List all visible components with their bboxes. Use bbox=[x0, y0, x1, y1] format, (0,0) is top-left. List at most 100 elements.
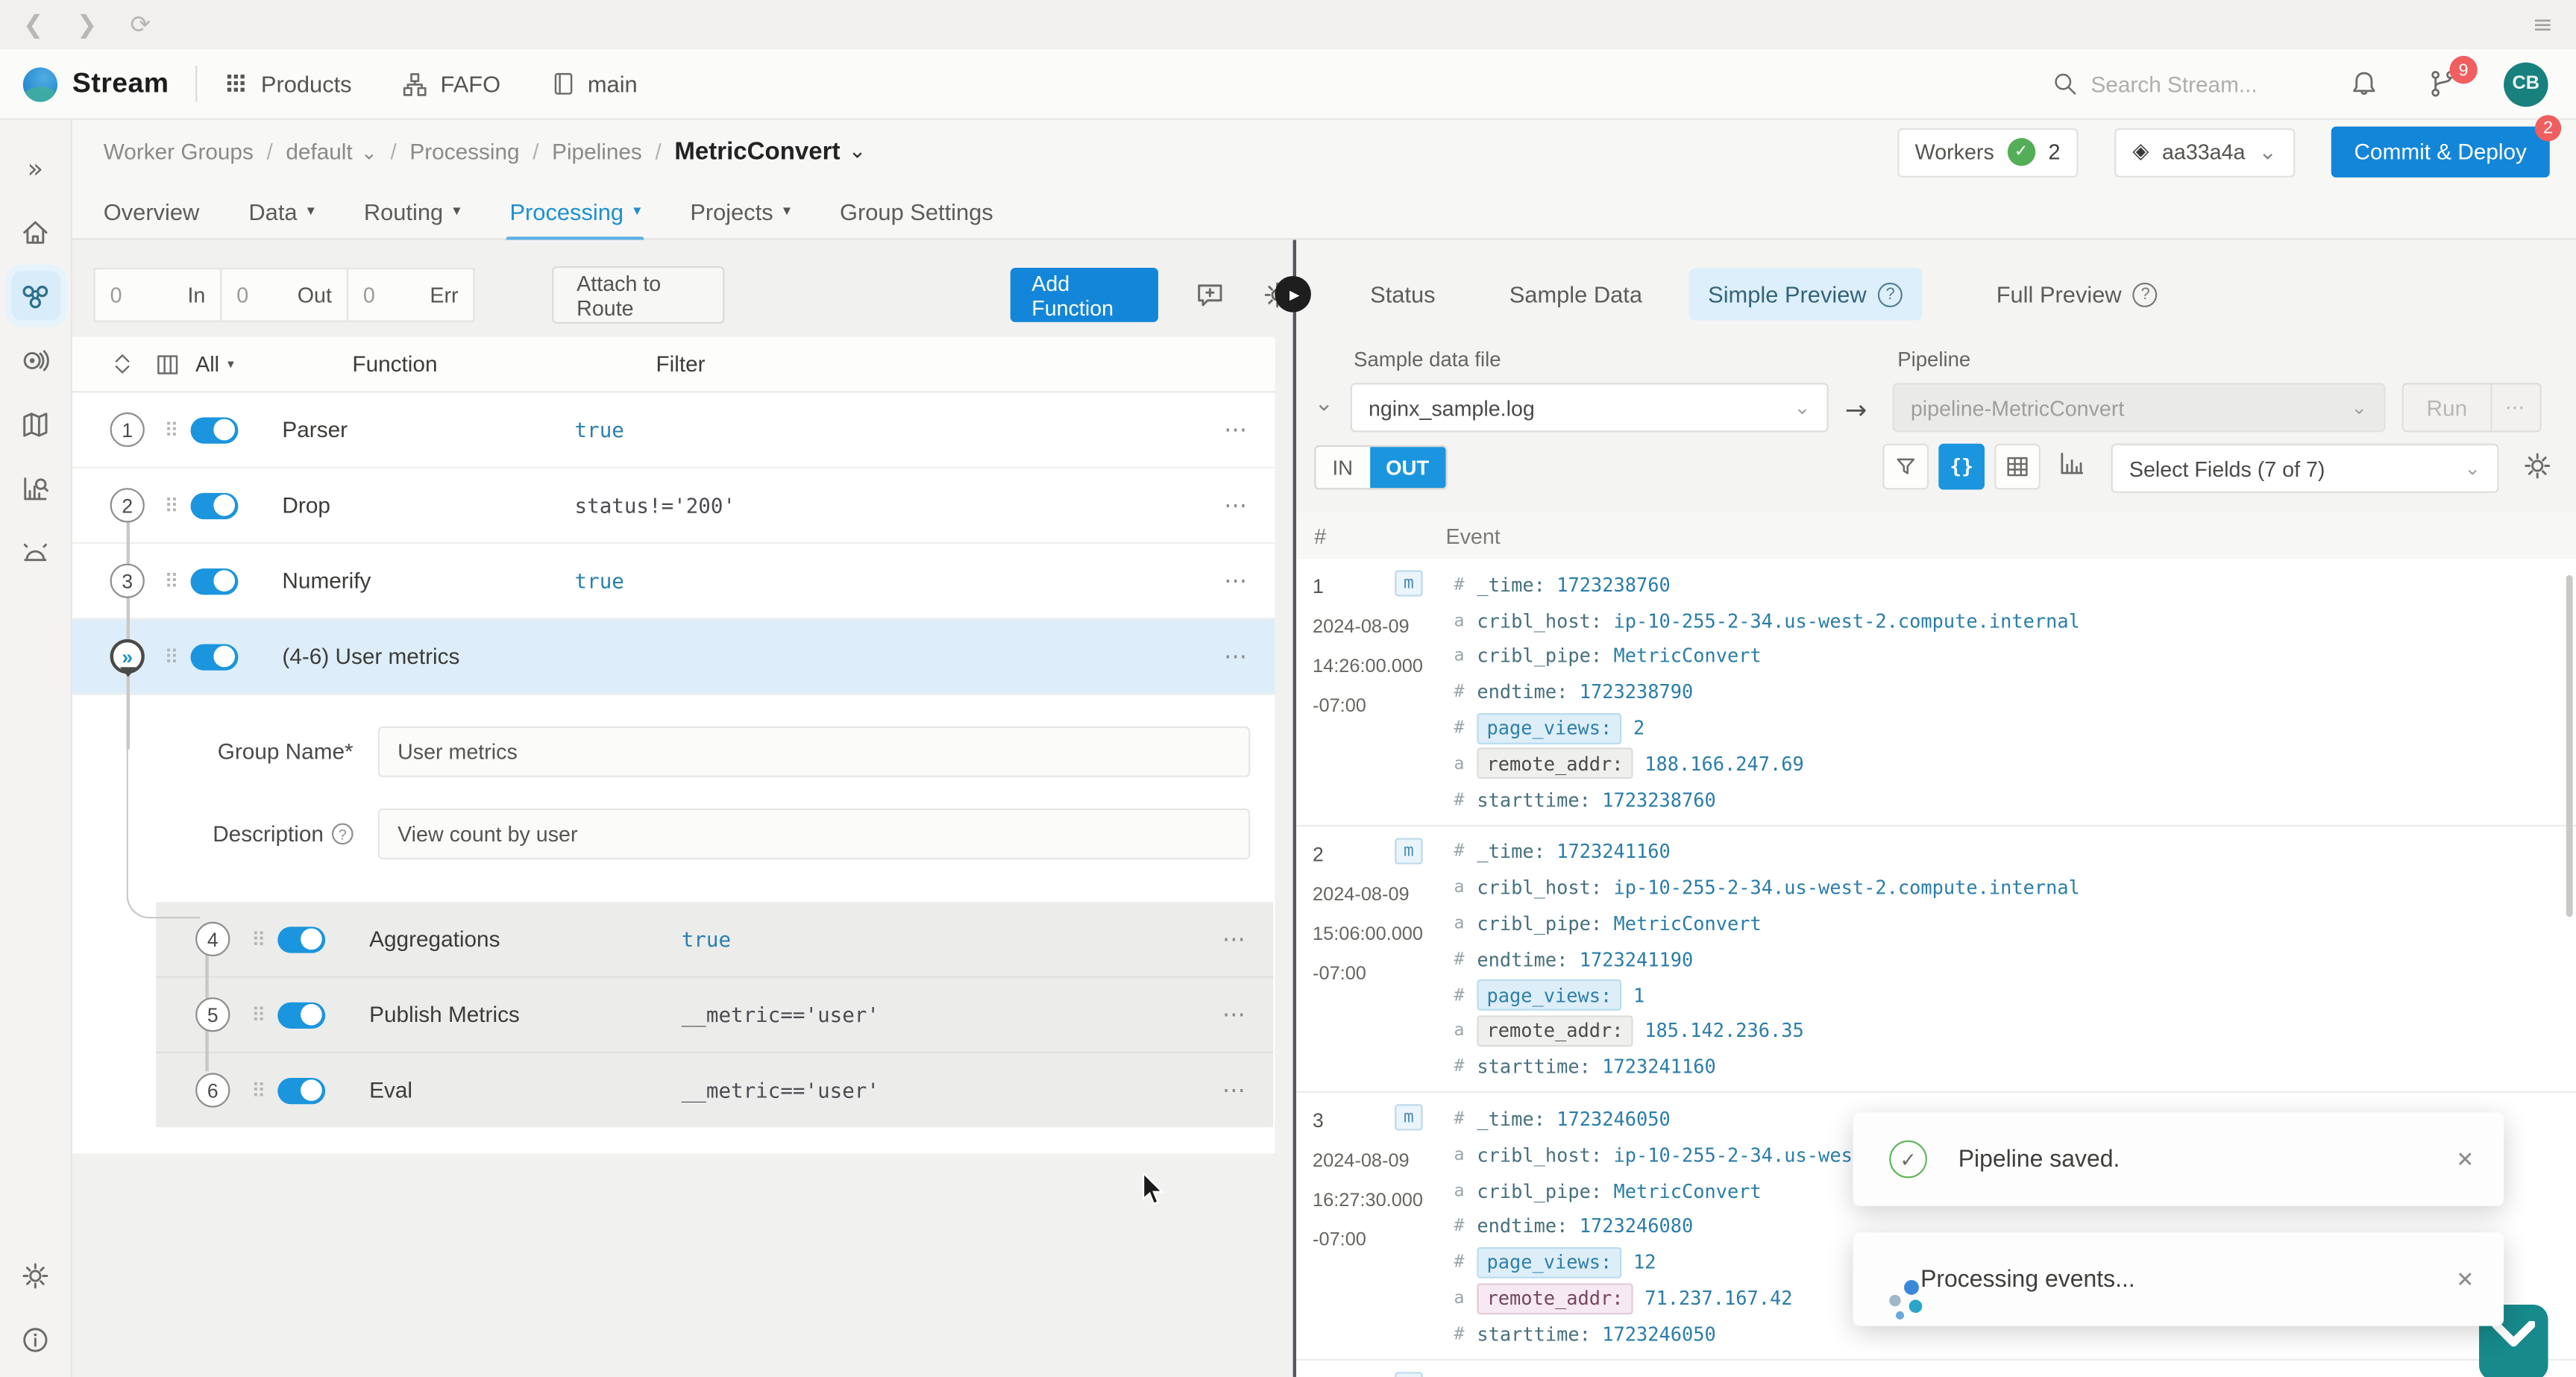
enable-toggle[interactable] bbox=[277, 926, 325, 952]
topbar-nav-products[interactable]: Products bbox=[223, 71, 351, 97]
run-button[interactable]: Run ⋯ bbox=[2402, 383, 2542, 432]
sidebar-item-home[interactable] bbox=[10, 207, 60, 257]
event-field[interactable]: #page_views:2 bbox=[1454, 710, 2576, 746]
preview-tab-status[interactable]: Status bbox=[1370, 281, 1435, 307]
breadcrumb-segment-metricconvert[interactable]: MetricConvert⌄ bbox=[674, 138, 866, 166]
commit-selector[interactable]: ◈ aa33a4a ⌄ bbox=[2114, 128, 2295, 177]
workers-status-button[interactable]: Workers ✓ 2 bbox=[1897, 128, 2078, 177]
enable-toggle[interactable] bbox=[190, 492, 238, 518]
enable-toggle[interactable] bbox=[190, 416, 238, 442]
stream-logo-icon[interactable] bbox=[23, 66, 57, 101]
function-row-parser[interactable]: 1⠿Parsertrue⋯ bbox=[72, 392, 1275, 468]
event-field[interactable]: aremote_addr:188.166.247.69 bbox=[1454, 746, 2576, 782]
event-row[interactable]: 4m#_time:1723246080acribl_host:ip-10-255… bbox=[1296, 1360, 2576, 1377]
close-icon[interactable]: ✕ bbox=[2456, 1146, 2474, 1172]
event-field[interactable]: #starttime:1723238760 bbox=[1454, 782, 2576, 818]
sidebar-item-worker-groups[interactable] bbox=[10, 271, 60, 320]
function-row-drop[interactable]: 2⠿Dropstatus!='200'⋯ bbox=[72, 468, 1275, 544]
row-menu-button[interactable]: ⋯ bbox=[1222, 1001, 1247, 1029]
breadcrumb-segment-worker-groups[interactable]: Worker Groups bbox=[104, 139, 254, 164]
function-row-eval[interactable]: 6⠿Eval__metric=='user'⋯ bbox=[156, 1053, 1273, 1127]
preview-tab-sample-data[interactable]: Sample Data bbox=[1510, 281, 1642, 307]
event-row[interactable]: 2m2024-08-0915:06:00.000-07:00#_time:172… bbox=[1296, 826, 2576, 1093]
function-row-aggregations[interactable]: 4⠿Aggregationstrue⋯ bbox=[156, 902, 1273, 977]
sidebar-item-expand[interactable]: » bbox=[10, 143, 60, 192]
row-menu-button[interactable]: ⋯ bbox=[1222, 1076, 1247, 1104]
drag-handle-icon[interactable]: ⠿ bbox=[164, 569, 177, 592]
tab-overview[interactable]: Overview bbox=[104, 184, 200, 239]
event-field[interactable]: #_time:1723246080 bbox=[1454, 1368, 2576, 1377]
event-field[interactable]: acribl_pipe:MetricConvert bbox=[1454, 639, 2576, 674]
tab-group-settings[interactable]: Group Settings bbox=[840, 184, 993, 239]
chart-view-button[interactable] bbox=[2057, 448, 2087, 478]
group-name-field[interactable]: User metrics bbox=[378, 727, 1251, 777]
row-menu-button[interactable]: ⋯ bbox=[1224, 567, 1248, 595]
event-field[interactable]: acribl_host:ip-10-255-2-34.us-west-2.com… bbox=[1454, 870, 2576, 906]
breadcrumb-segment-processing[interactable]: Processing bbox=[409, 139, 519, 164]
columns-button[interactable] bbox=[154, 351, 180, 377]
event-field[interactable]: #endtime:1723241190 bbox=[1454, 941, 2576, 977]
description-field[interactable]: View count by user bbox=[378, 809, 1251, 859]
event-field[interactable]: #_time:1723238760 bbox=[1454, 567, 2576, 603]
user-avatar[interactable]: CB bbox=[2504, 62, 2548, 106]
row-menu-button[interactable]: ⋯ bbox=[1224, 642, 1248, 670]
breadcrumb-segment-pipelines[interactable]: Pipelines bbox=[552, 139, 642, 164]
event-field[interactable]: #page_views:1 bbox=[1454, 977, 2576, 1013]
tab-processing[interactable]: Processing▾ bbox=[509, 184, 641, 239]
event-field[interactable]: aremote_addr:185.142.236.35 bbox=[1454, 1013, 2576, 1049]
function-filter-select[interactable]: All▾ bbox=[195, 351, 234, 376]
topbar-nav-main[interactable]: main bbox=[550, 71, 638, 97]
row-menu-button[interactable]: ⋯ bbox=[1224, 415, 1248, 443]
select-fields-dropdown[interactable]: Select Fields (7 of 7)⌄ bbox=[2111, 444, 2499, 493]
sidebar-item-map[interactable] bbox=[10, 399, 60, 448]
event-field[interactable]: acribl_host:ip-10-255-2-34.us-west-2.com… bbox=[1454, 603, 2576, 639]
event-field[interactable]: #endtime:1723238790 bbox=[1454, 674, 2576, 710]
sidebar-item-settings[interactable] bbox=[10, 1250, 60, 1299]
preview-tab-simple-preview[interactable]: Simple Preview? bbox=[1688, 268, 1923, 320]
topbar-nav-fafo[interactable]: FAFO bbox=[401, 70, 500, 98]
sidebar-item-monitoring[interactable] bbox=[10, 463, 60, 512]
preview-tab-full-preview[interactable]: Full Preview? bbox=[1997, 281, 2158, 307]
back-icon[interactable]: ❮ bbox=[23, 10, 44, 40]
enable-toggle[interactable] bbox=[277, 1077, 325, 1103]
add-comment-button[interactable] bbox=[1194, 279, 1225, 310]
commit-deploy-button[interactable]: Commit & Deploy 2 bbox=[2331, 127, 2550, 178]
event-field[interactable]: acribl_pipe:MetricConvert bbox=[1454, 906, 2576, 941]
sample-file-select[interactable]: nginx_sample.log⌄ bbox=[1351, 383, 1829, 432]
drag-handle-icon[interactable]: ⠿ bbox=[164, 494, 177, 517]
notifications-bell-button[interactable] bbox=[2349, 69, 2379, 99]
sidebar-item-alarm[interactable] bbox=[10, 527, 60, 577]
function-row-publish-metrics[interactable]: 5⠿Publish Metrics__metric=='user'⋯ bbox=[156, 978, 1273, 1053]
row-menu-button[interactable]: ⋯ bbox=[1224, 492, 1248, 519]
event-row[interactable]: 1m2024-08-0914:26:00.000-07:00#_time:172… bbox=[1296, 559, 2576, 826]
tab-data[interactable]: Data▾ bbox=[248, 184, 314, 239]
filter-events-button[interactable] bbox=[1882, 444, 1929, 490]
enable-toggle[interactable] bbox=[277, 1002, 325, 1028]
drag-handle-icon[interactable]: ⠿ bbox=[251, 927, 264, 950]
group-collapse-badge[interactable]: » bbox=[110, 639, 145, 674]
json-view-button[interactable]: {} bbox=[1938, 444, 1985, 490]
refresh-icon[interactable]: ⟳ bbox=[130, 10, 151, 40]
function-row--4-6-user-metrics[interactable]: »⠿(4-6) User metrics⋯ bbox=[72, 619, 1275, 694]
drag-handle-icon[interactable]: ⠿ bbox=[164, 645, 177, 668]
row-menu-button[interactable]: ⋯ bbox=[1222, 925, 1247, 953]
enable-toggle[interactable] bbox=[190, 568, 238, 594]
scrollbar-thumb[interactable] bbox=[2566, 575, 2573, 917]
enable-toggle[interactable] bbox=[190, 643, 238, 669]
collapse-section-icon[interactable]: ⌄ bbox=[1314, 391, 1333, 417]
search-input[interactable]: Search Stream... bbox=[2052, 71, 2258, 97]
function-row-numerify[interactable]: 3⠿Numerifytrue⋯ bbox=[72, 544, 1275, 619]
version-control-button[interactable]: 9 bbox=[2428, 69, 2458, 99]
pipeline-select[interactable]: pipeline-MetricConvert⌄ bbox=[1893, 383, 2386, 432]
pane-resize-handle[interactable] bbox=[1293, 240, 1296, 1377]
sidebar-item-info[interactable] bbox=[10, 1314, 60, 1364]
drag-handle-icon[interactable]: ⠿ bbox=[251, 1079, 264, 1102]
table-view-button[interactable] bbox=[1994, 444, 2041, 490]
sidebar-item-coil[interactable] bbox=[10, 335, 60, 384]
drag-handle-icon[interactable]: ⠿ bbox=[164, 418, 177, 442]
tab-routing[interactable]: Routing▾ bbox=[364, 184, 461, 239]
event-field[interactable]: #_time:1723241160 bbox=[1454, 834, 2576, 870]
in-toggle[interactable]: IN bbox=[1316, 447, 1369, 488]
breadcrumb-segment-default[interactable]: default⌄ bbox=[286, 139, 377, 164]
collapse-pane-button[interactable]: ▶ bbox=[1275, 276, 1310, 312]
